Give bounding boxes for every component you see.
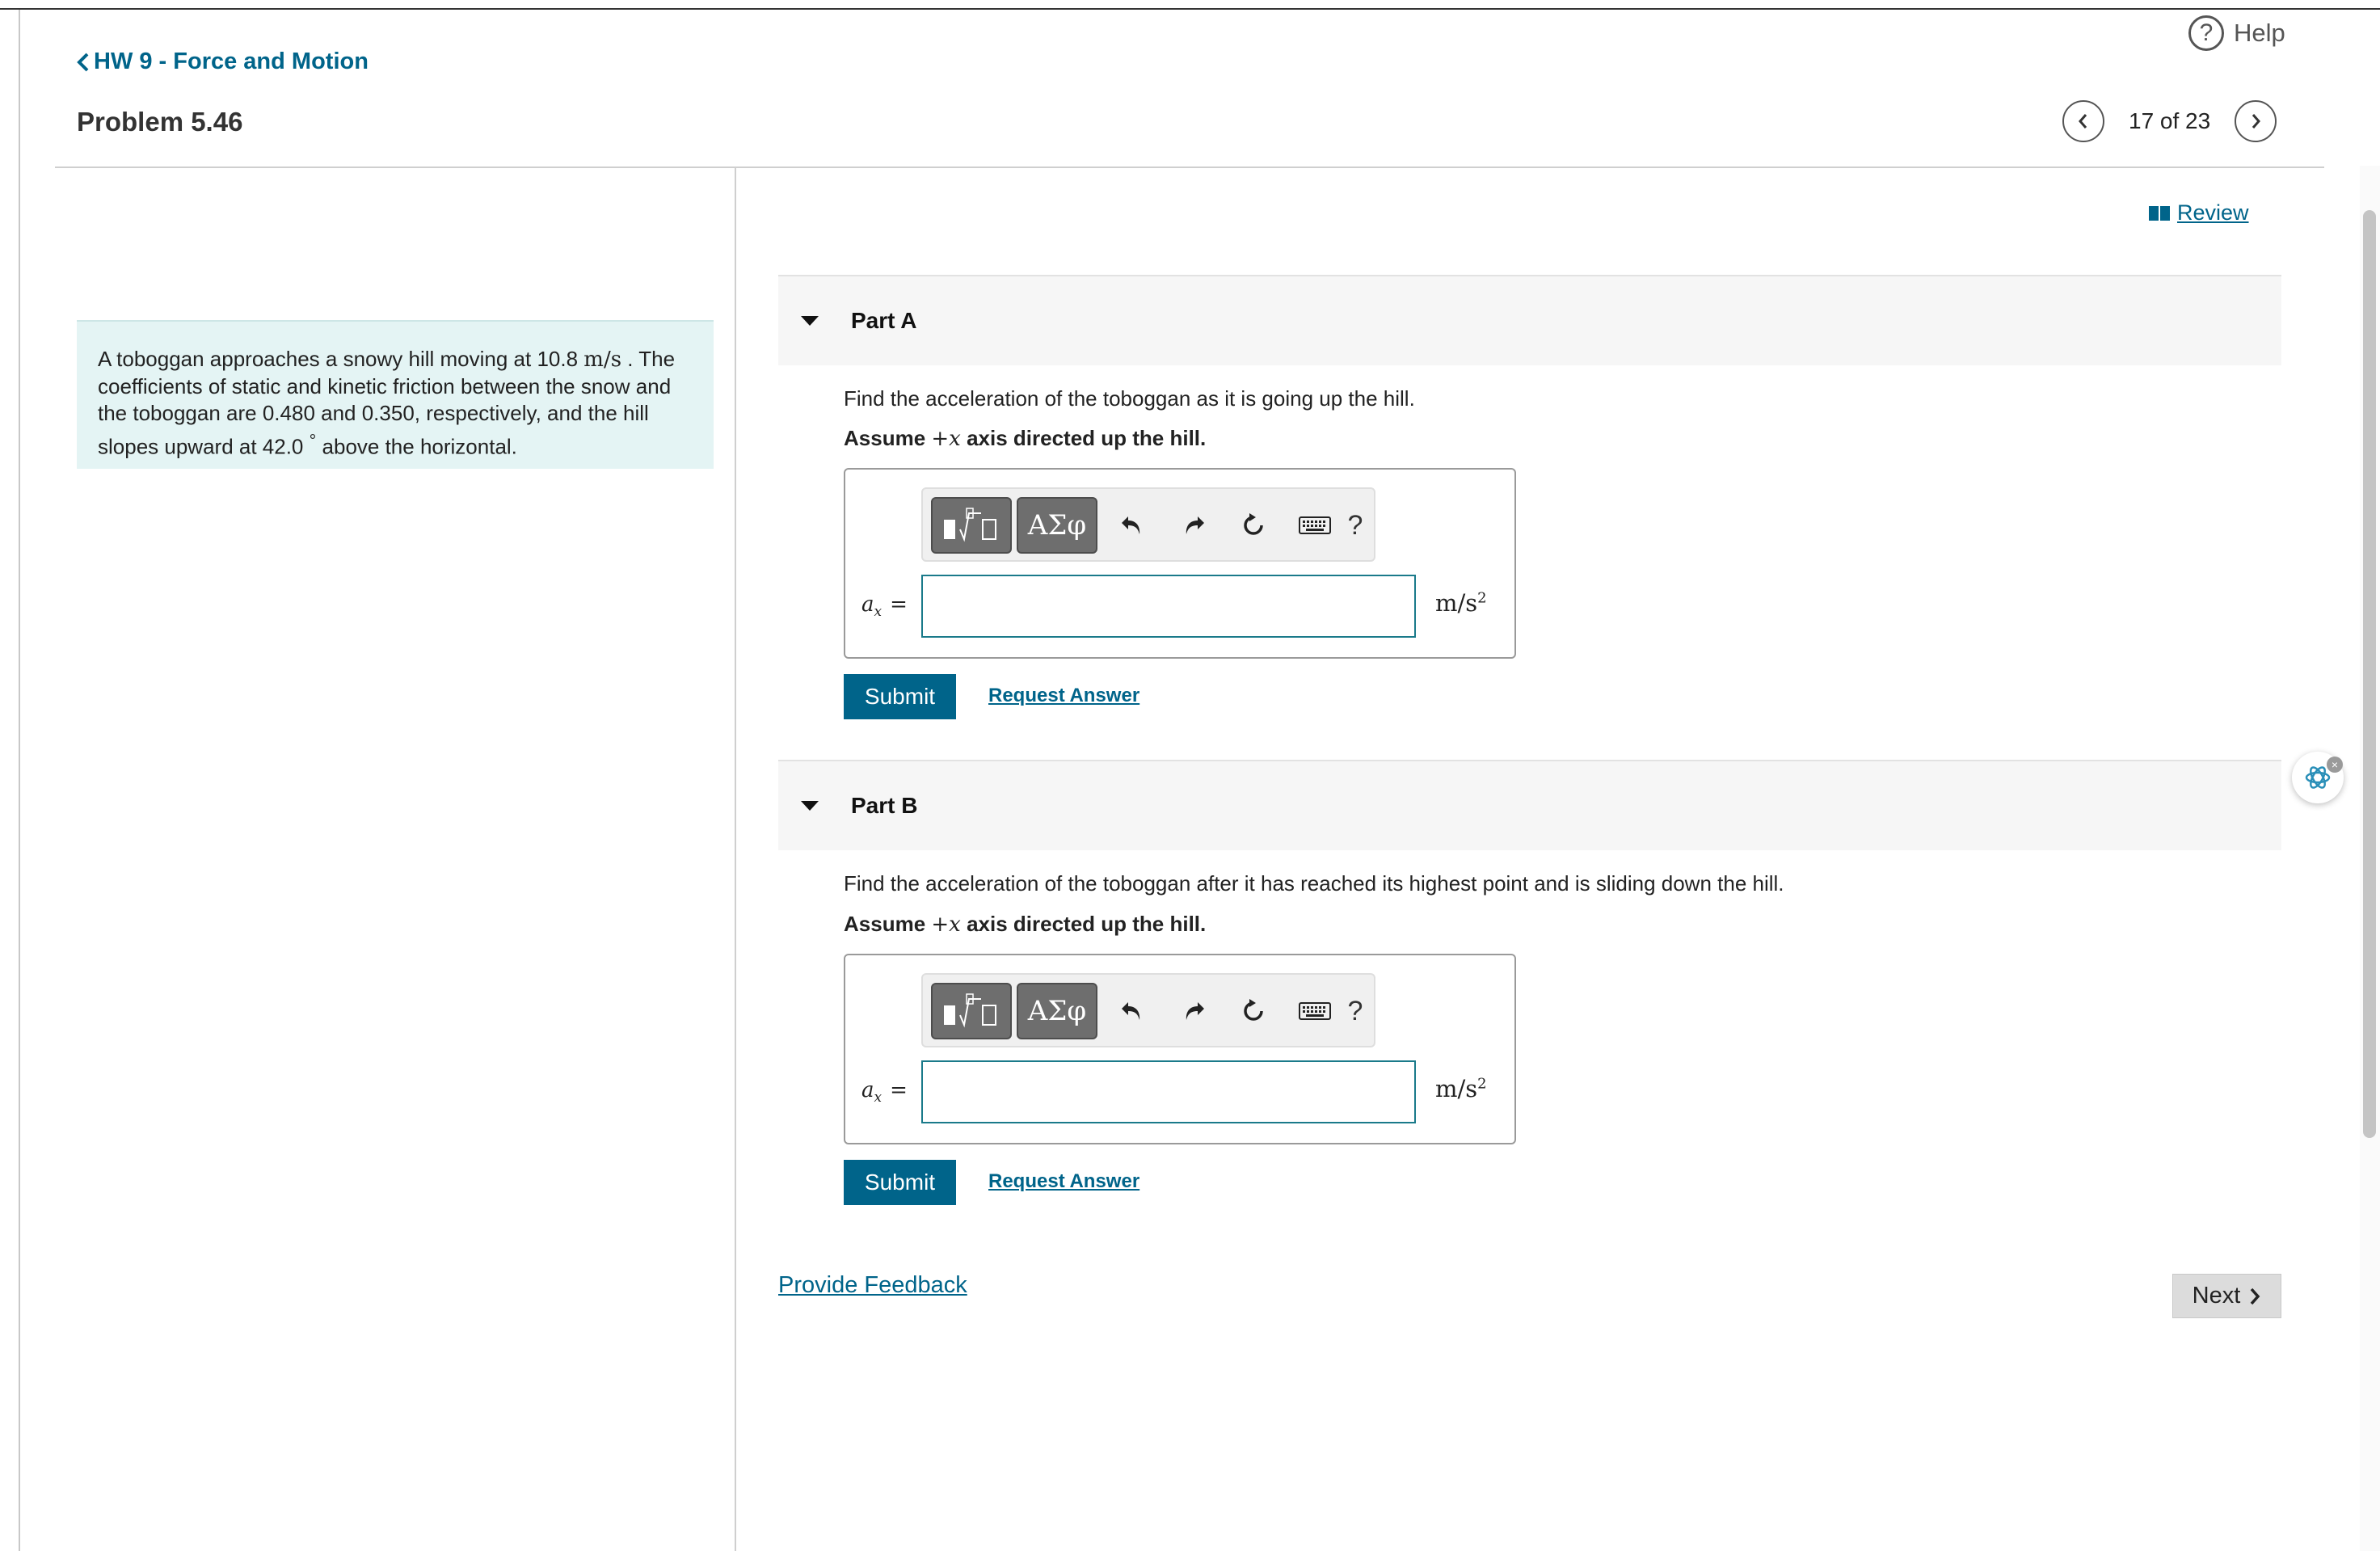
assignment-back-link[interactable]: HW 9 - Force and Motion [76,48,369,75]
top-border [0,8,2380,10]
equals-sign: = [890,592,908,617]
review-label: Review [2177,200,2249,225]
header-divider [55,166,2324,168]
part-a-header[interactable]: Part A [778,275,2281,365]
variable-label: ax = [861,592,908,620]
redo-icon[interactable] [1175,993,1212,1030]
assume-suffix: axis directed up the hill. [960,912,1207,936]
chevron-left-icon [2079,114,2087,129]
unit-label: m/s2 [1435,589,1487,617]
part-a-question: Find the acceleration of the toboggan as… [844,386,1415,411]
column-divider [735,168,736,1551]
previous-problem-button[interactable] [2062,100,2104,142]
math-toolbar: ΑΣφ ? [921,487,1375,562]
unit-label: m/s2 [1435,1075,1487,1102]
templates-button[interactable] [931,497,1012,554]
help-label: Help [2234,19,2285,47]
next-button[interactable]: Next [2172,1274,2281,1318]
templates-button[interactable] [931,983,1012,1039]
problem-title: Problem 5.46 [77,107,243,137]
caret-down-icon [801,801,819,811]
part-b-title: Part B [851,793,918,818]
keyboard-icon[interactable] [1296,507,1333,544]
reset-icon[interactable] [1235,993,1272,1030]
equals-sign: = [890,1078,908,1102]
question-circle-icon: ? [2188,15,2224,51]
math-toolbar: ΑΣφ ? [921,973,1375,1047]
unit-exponent: 2 [1477,589,1487,607]
problem-pager: 17 of 23 [2062,100,2277,142]
math-help-button[interactable]: ? [1337,993,1374,1030]
statement-text-3: above the horizontal. [316,434,517,459]
variable-subscript: x [874,1089,882,1106]
part-b-question: Find the acceleration of the toboggan af… [844,871,1784,896]
assume-prefix: Assume [844,912,932,936]
templates-icon [944,993,996,1028]
unit-exponent: 2 [1477,1075,1487,1093]
book-icon [2149,205,2170,221]
provide-feedback-link[interactable]: Provide Feedback [778,1272,967,1299]
speed-unit: m/s [583,348,622,372]
variable-base: a [861,1078,874,1102]
unit-base: m/s [1435,589,1478,617]
unit-base: m/s [1435,1075,1478,1102]
part-b-assumption: Assume +x axis directed up the hill. [844,912,1206,937]
pager-position: 17 of 23 [2129,108,2211,133]
next-label: Next [2192,1283,2241,1309]
variable-label: ax = [861,1078,908,1106]
greek-symbols-button[interactable]: ΑΣφ [1017,983,1097,1039]
part-a-answer-input[interactable] [921,575,1416,638]
part-b-submit-button[interactable]: Submit [844,1160,956,1205]
assume-suffix: axis directed up the hill. [960,426,1207,450]
part-a-request-answer-link[interactable]: Request Answer [988,685,1139,707]
undo-icon[interactable] [1114,993,1151,1030]
templates-icon [944,508,996,542]
scrollbar-thumb[interactable] [2363,210,2376,1138]
keyboard-icon[interactable] [1296,993,1333,1030]
statement-text-1: A toboggan approaches a snowy hill movin… [98,347,584,371]
chevron-right-icon [2251,1288,2260,1304]
problem-statement: A toboggan approaches a snowy hill movin… [77,320,714,469]
reset-icon[interactable] [1235,507,1272,544]
variable-base: a [861,592,874,617]
degree-symbol: ° [309,430,317,450]
part-b-answer-input[interactable] [921,1060,1416,1123]
part-a-title: Part A [851,308,917,333]
help-button[interactable]: ? Help [2188,13,2285,53]
assume-math: +x [931,427,961,451]
close-icon[interactable]: × [2327,757,2343,773]
part-a-submit-button[interactable]: Submit [844,674,956,719]
part-b-answer-box: ΑΣφ ? ax = m/s2 [844,954,1516,1144]
caret-down-icon [801,316,819,326]
assume-prefix: Assume [844,426,932,450]
undo-icon[interactable] [1114,507,1151,544]
review-link[interactable]: Review [2148,200,2249,225]
math-help-button[interactable]: ? [1337,507,1374,544]
part-a-assumption: Assume +x axis directed up the hill. [844,426,1206,451]
redo-icon[interactable] [1175,507,1212,544]
variable-subscript: x [874,604,882,621]
part-b-header[interactable]: Part B [778,760,2281,850]
chevron-left-icon [77,53,89,71]
chevron-right-icon [2252,114,2261,129]
assignment-title: HW 9 - Force and Motion [94,48,369,74]
assume-math: +x [931,912,961,937]
left-border [19,10,20,1551]
part-a-answer-box: ΑΣφ ? ax = m/s2 [844,468,1516,659]
part-b-request-answer-link[interactable]: Request Answer [988,1170,1139,1193]
greek-symbols-button[interactable]: ΑΣφ [1017,497,1097,554]
next-problem-button[interactable] [2235,100,2277,142]
